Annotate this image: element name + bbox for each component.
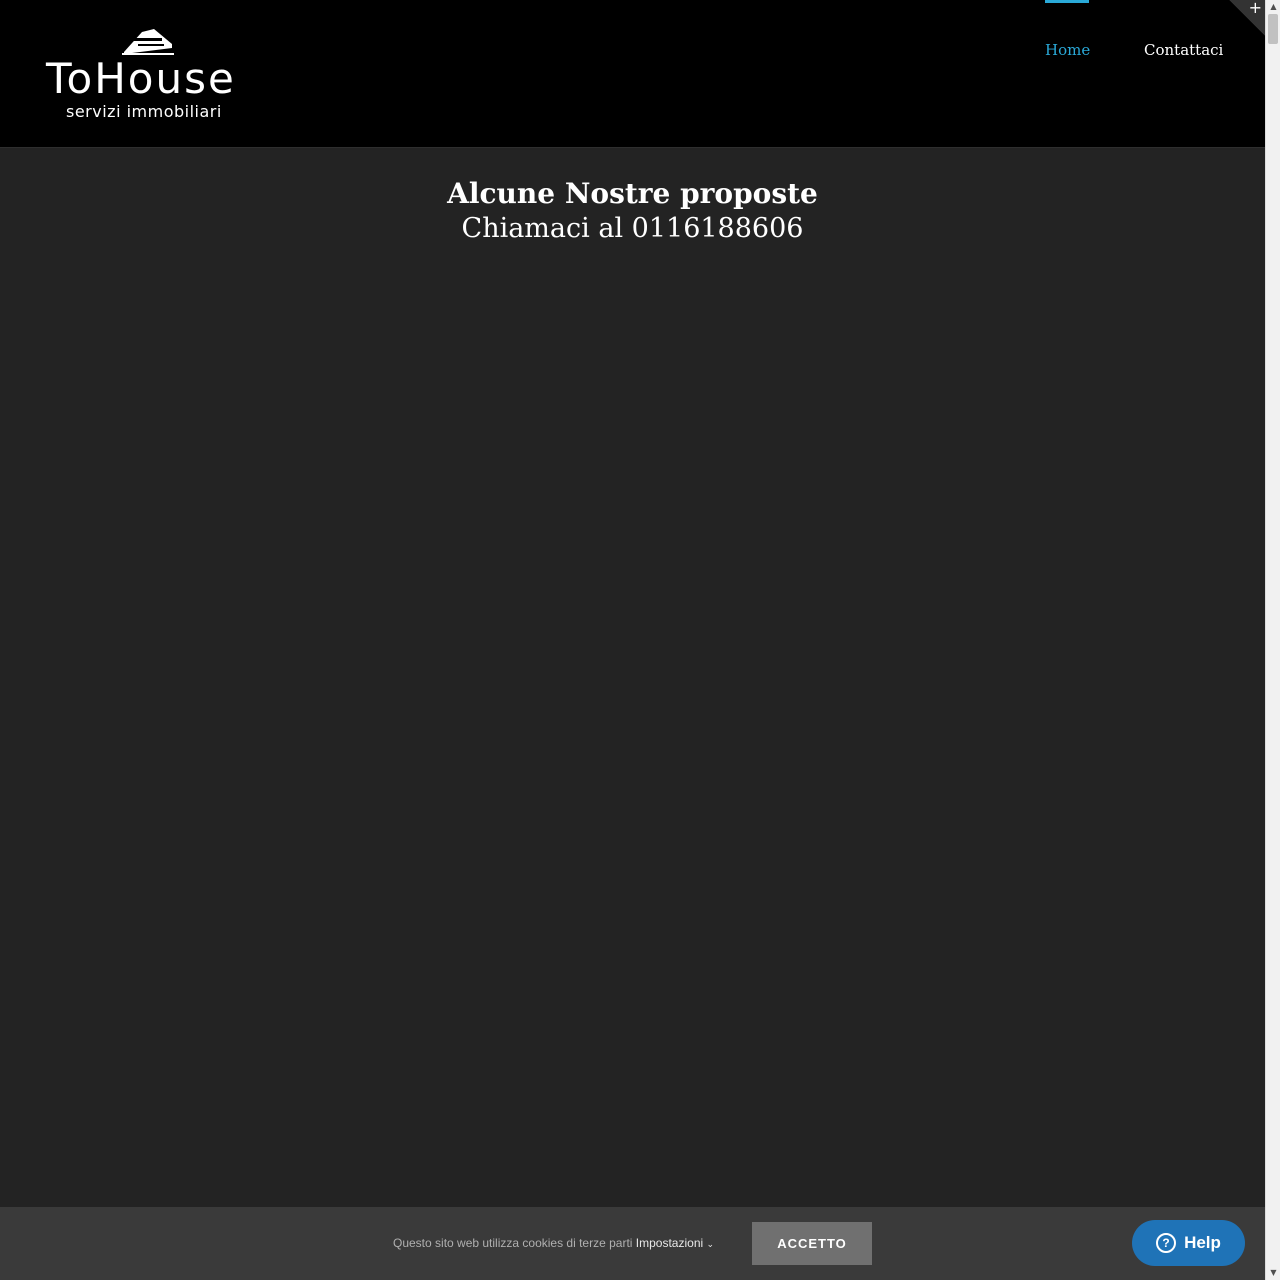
page-scrollbar[interactable]: ▲ ▼	[1265, 0, 1280, 1280]
page-title: Alcune Nostre proposte	[447, 177, 818, 210]
scroll-thumb[interactable]	[1268, 14, 1278, 44]
help-label: Help	[1184, 1233, 1221, 1252]
cookie-bar: Questo sito web utilizza cookies di terz…	[0, 1207, 1265, 1280]
hero-headline: Alcune Nostre proposte Chiamaci al 01161…	[0, 176, 1265, 246]
plus-icon: +	[1248, 0, 1262, 17]
house-logo-icon	[122, 29, 174, 55]
accept-cookies-button[interactable]: ACCETTO	[752, 1222, 872, 1265]
cookie-settings-label: Impostazioni	[635, 1236, 704, 1250]
scroll-down-icon[interactable]: ▼	[1266, 1266, 1280, 1280]
cookie-text: Questo sito web utilizza cookies di terz…	[393, 1236, 633, 1250]
site-logo[interactable]: ToHouse servizi immobiliari	[46, 26, 258, 122]
page-subtitle: Chiamaci al 0116188606	[461, 213, 804, 244]
logo-wordmark: ToHouse	[46, 54, 236, 103]
cookie-message: Questo sito web utilizza cookies di terz…	[393, 1207, 714, 1280]
scroll-up-icon[interactable]: ▲	[1266, 0, 1280, 14]
site-header: ToHouse servizi immobiliari Home Contatt…	[0, 0, 1265, 148]
cookie-settings-link[interactable]: Impostazioni ⌄	[636, 1236, 714, 1250]
nav-item-contattaci[interactable]: Contattaci	[1144, 0, 1223, 100]
logo-tagline: servizi immobiliari	[66, 102, 222, 121]
question-icon: ?	[1156, 1233, 1177, 1253]
help-button[interactable]: ? Help	[1132, 1220, 1245, 1266]
nav-item-home[interactable]: Home	[1045, 0, 1090, 100]
chevron-down-icon: ⌄	[706, 1239, 715, 1249]
sliding-bar-toggle[interactable]: +	[1229, 0, 1265, 36]
